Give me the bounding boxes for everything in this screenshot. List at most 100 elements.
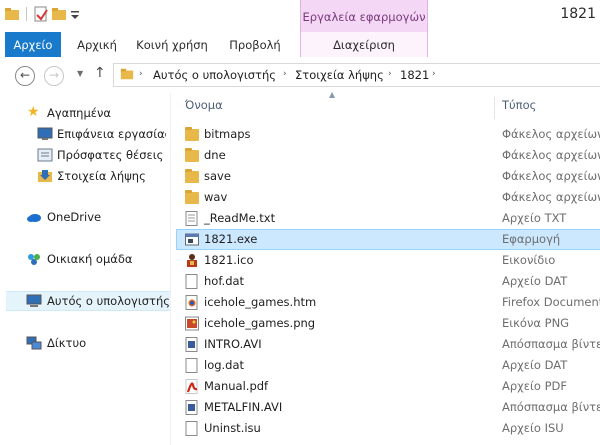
breadcrumb-chevron-icon[interactable]: › [283, 69, 287, 79]
sidebar-item-desktop[interactable]: Επιφάνεια εργασίας [0, 124, 166, 144]
file-type: Εικόνα PNG [502, 316, 570, 330]
list-item[interactable]: 1821.exe Εφαρμογή [176, 229, 600, 250]
sidebar-item-label: Αυτός ο υπολογιστής [47, 294, 170, 308]
file-icon [185, 421, 198, 436]
tab-share[interactable]: Κοινή χρήση [132, 32, 212, 57]
file-type: Φάκελος αρχείων [502, 127, 600, 141]
list-item[interactable]: _ReadMe.txt Αρχείο TXT [177, 208, 600, 229]
file-list: ▲ Όνομα Τύπος bitmaps Φάκελος αρχείων dn… [171, 90, 600, 445]
folder-icon [185, 190, 199, 204]
list-item[interactable]: save Φάκελος αρχείων [177, 166, 600, 187]
file-type: Αρχείο PDF [502, 379, 568, 393]
sidebar-item-onedrive[interactable]: OneDrive [0, 207, 166, 227]
file-type: Εικονίδιο [502, 253, 556, 267]
sidebar-item-favorites[interactable]: ★ Αγαπημένα [0, 103, 166, 123]
sidebar-item-downloads[interactable]: Στοιχεία λήψης [0, 166, 166, 186]
video-file-icon [185, 337, 198, 352]
column-header-type[interactable]: Τύπος [502, 93, 536, 117]
tab-manage[interactable]: Διαχείριση [300, 32, 428, 58]
column-divider[interactable] [494, 97, 495, 119]
desktop-icon [37, 127, 53, 140]
list-item[interactable]: icehole_games.png Εικόνα PNG [177, 313, 600, 334]
navigation-bar: ← → ▼ ↑ › Αυτός ο υπολογιστής › Στοιχεία… [0, 57, 600, 93]
list-item[interactable]: dne Φάκελος αρχείων [177, 145, 600, 166]
computer-icon [26, 294, 42, 307]
file-name: Manual.pdf [204, 379, 269, 393]
file-name: hof.dat [204, 274, 245, 288]
sidebar-item-recent-places[interactable]: Πρόσφατες θέσεις [0, 145, 166, 165]
arrow-left-icon: ← [19, 68, 31, 82]
sidebar-item-label: OneDrive [47, 210, 102, 224]
file-name: dne [204, 148, 226, 162]
file-type: Αρχείο ISU [502, 421, 564, 435]
tab-view[interactable]: Προβολή [224, 32, 286, 57]
chevron-down-icon: ▼ [77, 69, 84, 78]
network-icon [26, 336, 42, 350]
pdf-file-icon [185, 379, 198, 394]
up-button[interactable]: ↑ [94, 65, 106, 81]
sidebar-item-label: Πρόσφατες θέσεις [57, 148, 164, 162]
list-item[interactable]: 1821.ico Εικονίδιο [177, 250, 600, 271]
forward-button[interactable]: → [44, 66, 64, 86]
recent-places-icon [37, 148, 53, 162]
file-type: Αρχείο TXT [502, 211, 567, 225]
homegroup-icon [28, 254, 40, 265]
list-item[interactable]: Manual.pdf Αρχείο PDF [177, 376, 600, 397]
list-item[interactable]: hof.dat Αρχείο DAT [177, 271, 600, 292]
file-type: Απόσπασμα βίντεο [502, 400, 600, 414]
quick-access-toolbar [4, 6, 81, 22]
customize-toolbar-icon[interactable] [69, 6, 81, 22]
navigation-pane: ★ Αγαπημένα Επιφάνεια εργασίας Πρόσφατες… [0, 93, 170, 445]
breadcrumb-chevron-icon[interactable]: › [139, 69, 143, 79]
address-bar[interactable]: › Αυτός ο υπολογιστής › Στοιχεία λήψης ›… [113, 63, 600, 87]
tab-manage-label: Διαχείριση [333, 38, 395, 52]
tab-home[interactable]: Αρχική [72, 32, 122, 57]
breadcrumb-this-pc[interactable]: Αυτός ο υπολογιστής [153, 68, 276, 82]
text-file-icon [185, 211, 198, 226]
list-item[interactable]: METALFIN.AVI Απόσπασμα βίντεο [177, 397, 600, 418]
sidebar-item-network[interactable]: Δίκτυο [0, 333, 166, 353]
title-bar: Εργαλεία εφαρμογών 1821 [0, 0, 600, 32]
image-file-icon [185, 316, 199, 331]
file-type: Εφαρμογή [502, 232, 561, 246]
file-name: _ReadMe.txt [204, 211, 276, 225]
sidebar-item-homegroup[interactable]: Οικιακή ομάδα [0, 249, 166, 269]
file-name: METALFIN.AVI [204, 400, 283, 414]
breadcrumb-chevron-icon[interactable]: › [388, 69, 392, 79]
html-file-icon [185, 295, 198, 310]
file-name: 1821.exe [204, 232, 258, 246]
file-name: icehole_games.htm [204, 295, 317, 309]
file-name: save [204, 169, 231, 183]
breadcrumb-1821[interactable]: 1821 [400, 68, 429, 82]
tab-file[interactable]: Αρχείο [5, 32, 61, 57]
file-name: Uninst.isu [204, 421, 261, 435]
folder-icon [5, 8, 19, 20]
properties-icon[interactable] [33, 6, 49, 22]
list-item[interactable]: bitmaps Φάκελος αρχείων [177, 124, 600, 145]
file-icon [185, 274, 198, 289]
list-item[interactable]: icehole_games.htm Firefox Document [177, 292, 600, 313]
new-folder-icon[interactable] [51, 6, 67, 22]
list-item[interactable]: wav Φάκελος αρχείων [177, 187, 600, 208]
video-file-icon [185, 400, 198, 415]
sidebar-item-label: Στοιχεία λήψης [57, 169, 146, 183]
file-icon [185, 358, 198, 373]
application-icon [185, 233, 199, 246]
list-item[interactable]: Uninst.isu Αρχείο ISU [177, 418, 600, 439]
sidebar-item-this-pc[interactable]: Αυτός ο υπολογιστής [6, 291, 170, 311]
sidebar-item-label: Δίκτυο [47, 336, 87, 350]
list-item[interactable]: INTRO.AVI Απόσπασμα βίντεο [177, 334, 600, 355]
breadcrumb-downloads[interactable]: Στοιχεία λήψης [295, 68, 384, 82]
list-item[interactable]: log.dat Αρχείο DAT [177, 355, 600, 376]
file-type: Firefox Document [502, 295, 600, 309]
folder-icon [120, 68, 134, 80]
sidebar-item-label: Επιφάνεια εργασίας [57, 127, 166, 141]
folder-icon [185, 148, 199, 162]
file-name: wav [204, 190, 228, 204]
window-title: 1821 [560, 6, 596, 22]
column-header-name[interactable]: Όνομα [185, 93, 223, 117]
file-name: INTRO.AVI [204, 337, 262, 351]
back-button[interactable]: ← [15, 66, 35, 86]
recent-locations-dropdown[interactable]: ▼ [77, 69, 83, 78]
breadcrumb-chevron-icon[interactable]: › [432, 69, 436, 79]
